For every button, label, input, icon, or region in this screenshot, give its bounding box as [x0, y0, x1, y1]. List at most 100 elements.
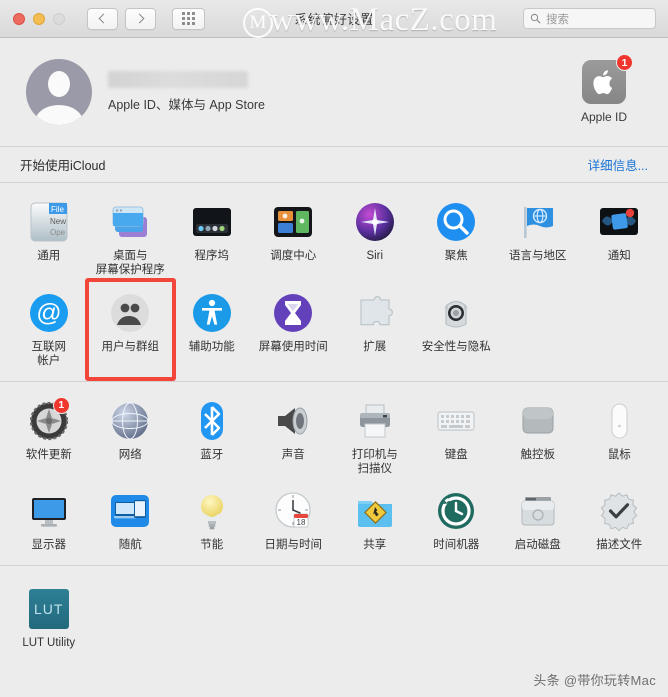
preference-pane-profiles[interactable]: 描述文件 [579, 482, 661, 558]
preference-pane-siri[interactable]: Siri [334, 193, 416, 284]
mouse-icon-wrap [598, 400, 640, 442]
preference-pane-sound[interactable]: 声音 [253, 392, 335, 483]
pane-grid-thirdparty: LUT LUT Utility [0, 580, 668, 656]
siri-icon-wrap [354, 201, 396, 243]
notifications-icon [600, 208, 639, 235]
preference-pane-time-machine[interactable]: 时间机器 [416, 482, 498, 558]
extensions-icon-wrap [354, 292, 396, 334]
pane-label: 通知 [607, 250, 631, 262]
pane-label: 通用 [37, 250, 61, 262]
sharing-icon [357, 501, 392, 528]
notifications-icon-wrap [598, 201, 640, 243]
pane-label: 桌面与 屏幕保护程序 [95, 250, 165, 277]
pane-label: 显示器 [31, 539, 67, 552]
preference-pane-dock[interactable]: 程序坞 [171, 193, 253, 284]
pane-label: 鼠标 [607, 448, 631, 461]
preference-pane-desktop-screensaver[interactable]: 桌面与 屏幕保护程序 [90, 193, 172, 284]
show-all-button[interactable] [172, 7, 205, 30]
pane-label: 声音 [281, 448, 305, 461]
keyboard-icon [437, 411, 475, 430]
pane-label: 安全性与隐私 [421, 340, 491, 353]
svg-text:File: File [51, 205, 64, 214]
pane-label: 共享 [363, 539, 387, 552]
bluetooth-icon [200, 401, 223, 440]
preference-pane-screen-time[interactable]: 屏幕使用时间 [253, 284, 335, 375]
preference-pane-mission-control[interactable]: 调度中心 [253, 193, 335, 284]
icloud-details-link[interactable]: 详细信息... [588, 155, 648, 174]
search-icon [530, 13, 541, 24]
preference-pane-notifications[interactable]: 通知 [579, 193, 661, 284]
displays-icon [31, 498, 66, 527]
svg-text:Ope: Ope [50, 228, 66, 237]
pane-label: 日期与时间 [264, 539, 323, 552]
apple-id-label: Apple ID [580, 110, 628, 124]
siri-icon [355, 203, 394, 241]
displays-icon-wrap [28, 490, 70, 532]
back-button[interactable] [87, 7, 118, 30]
apple-id-pane[interactable]: 1 Apple ID [562, 54, 646, 124]
desktop-screensaver-icon [112, 206, 148, 237]
pane-label: 用户与群组 [101, 340, 160, 353]
grid-icon [182, 12, 195, 25]
date-time-icon: 18 [275, 492, 311, 528]
account-header[interactable]: Apple ID、媒体与 App Store 1 Apple ID [0, 38, 668, 146]
title-bar: 系统偏好设置 搜索 [0, 0, 668, 38]
pane-label: 打印机与 扫描仪 [351, 448, 398, 475]
dock-icon [192, 208, 231, 236]
preference-pane-language-region[interactable]: 语言与地区 [497, 193, 579, 284]
sound-icon-wrap [272, 400, 314, 442]
preference-pane-accessibility[interactable]: 辅助功能 [171, 284, 253, 375]
minimize-button[interactable] [33, 12, 45, 25]
preference-pane-lut-utility[interactable]: LUT LUT Utility [8, 580, 90, 656]
preference-pane-general[interactable]: File New Ope 通用 [8, 193, 90, 284]
sound-icon [278, 407, 308, 434]
preference-pane-startup-disk[interactable]: 启动磁盘 [497, 482, 579, 558]
preference-pane-trackpad[interactable]: 触控板 [497, 392, 579, 483]
date-time-icon-wrap: 18 [272, 490, 314, 532]
search-input[interactable]: 搜索 [523, 8, 656, 29]
pane-label: 网络 [118, 448, 142, 461]
preference-pane-printers-scanners[interactable]: 打印机与 扫描仪 [334, 392, 416, 483]
preference-pane-bluetooth[interactable]: 蓝牙 [171, 392, 253, 483]
sidecar-icon [111, 495, 150, 528]
account-text: Apple ID、媒体与 App Store [108, 71, 265, 113]
preference-pane-network[interactable]: 网络 [90, 392, 172, 483]
preference-pane-sidecar[interactable]: 随航 [90, 482, 172, 558]
apple-id-tile[interactable]: 1 [582, 54, 633, 104]
pane-label: 时间机器 [433, 539, 480, 552]
pane-label: 程序坞 [194, 250, 230, 262]
forward-button[interactable] [125, 7, 156, 30]
preference-pane-sections: File New Ope 通用 桌面与 屏幕保护程序 程序坞 调度中心 Siri [0, 183, 668, 666]
trackpad-icon [522, 407, 554, 433]
preference-pane-users-groups[interactable]: 用户与群组 [90, 284, 172, 375]
preference-pane-spotlight[interactable]: 聚焦 [416, 193, 498, 284]
preference-pane-sharing[interactable]: 共享 [334, 482, 416, 558]
preference-pane-keyboard[interactable]: 键盘 [416, 392, 498, 483]
desktop-screensaver-icon-wrap [109, 201, 151, 243]
pane-label: 键盘 [444, 448, 468, 461]
preference-pane-extensions[interactable]: 扩展 [334, 284, 416, 375]
spotlight-icon-wrap [435, 201, 477, 243]
mission-control-icon-wrap [272, 201, 314, 243]
preference-pane-date-time[interactable]: 18 日期与时间 [253, 482, 335, 558]
account-name-redacted [108, 71, 248, 88]
close-button[interactable] [13, 12, 25, 25]
pane-label: 聚焦 [444, 250, 468, 262]
account-subtitle: Apple ID、媒体与 App Store [108, 98, 266, 112]
avatar[interactable] [26, 59, 92, 125]
startup-disk-icon-wrap [517, 490, 559, 532]
icloud-banner-label: 开始使用iCloud [20, 159, 106, 173]
preference-pane-displays[interactable]: 显示器 [8, 482, 90, 558]
preference-pane-security-privacy[interactable]: 安全性与隐私 [416, 284, 498, 375]
keyboard-icon-wrap [435, 400, 477, 442]
pane-label: 描述文件 [596, 539, 643, 552]
pane-label: 触控板 [520, 448, 556, 461]
preference-pane-energy-saver[interactable]: 节能 [171, 482, 253, 558]
trackpad-icon-wrap [517, 400, 559, 442]
spotlight-icon [437, 203, 476, 241]
preference-pane-internet-accounts[interactable]: @ 互联网 帐户 [8, 284, 90, 375]
preference-pane-mouse[interactable]: 鼠标 [579, 392, 661, 483]
accessibility-icon [192, 293, 231, 332]
preference-pane-software-update[interactable]: 1 软件更新 [8, 392, 90, 483]
chevron-right-icon [134, 13, 145, 24]
